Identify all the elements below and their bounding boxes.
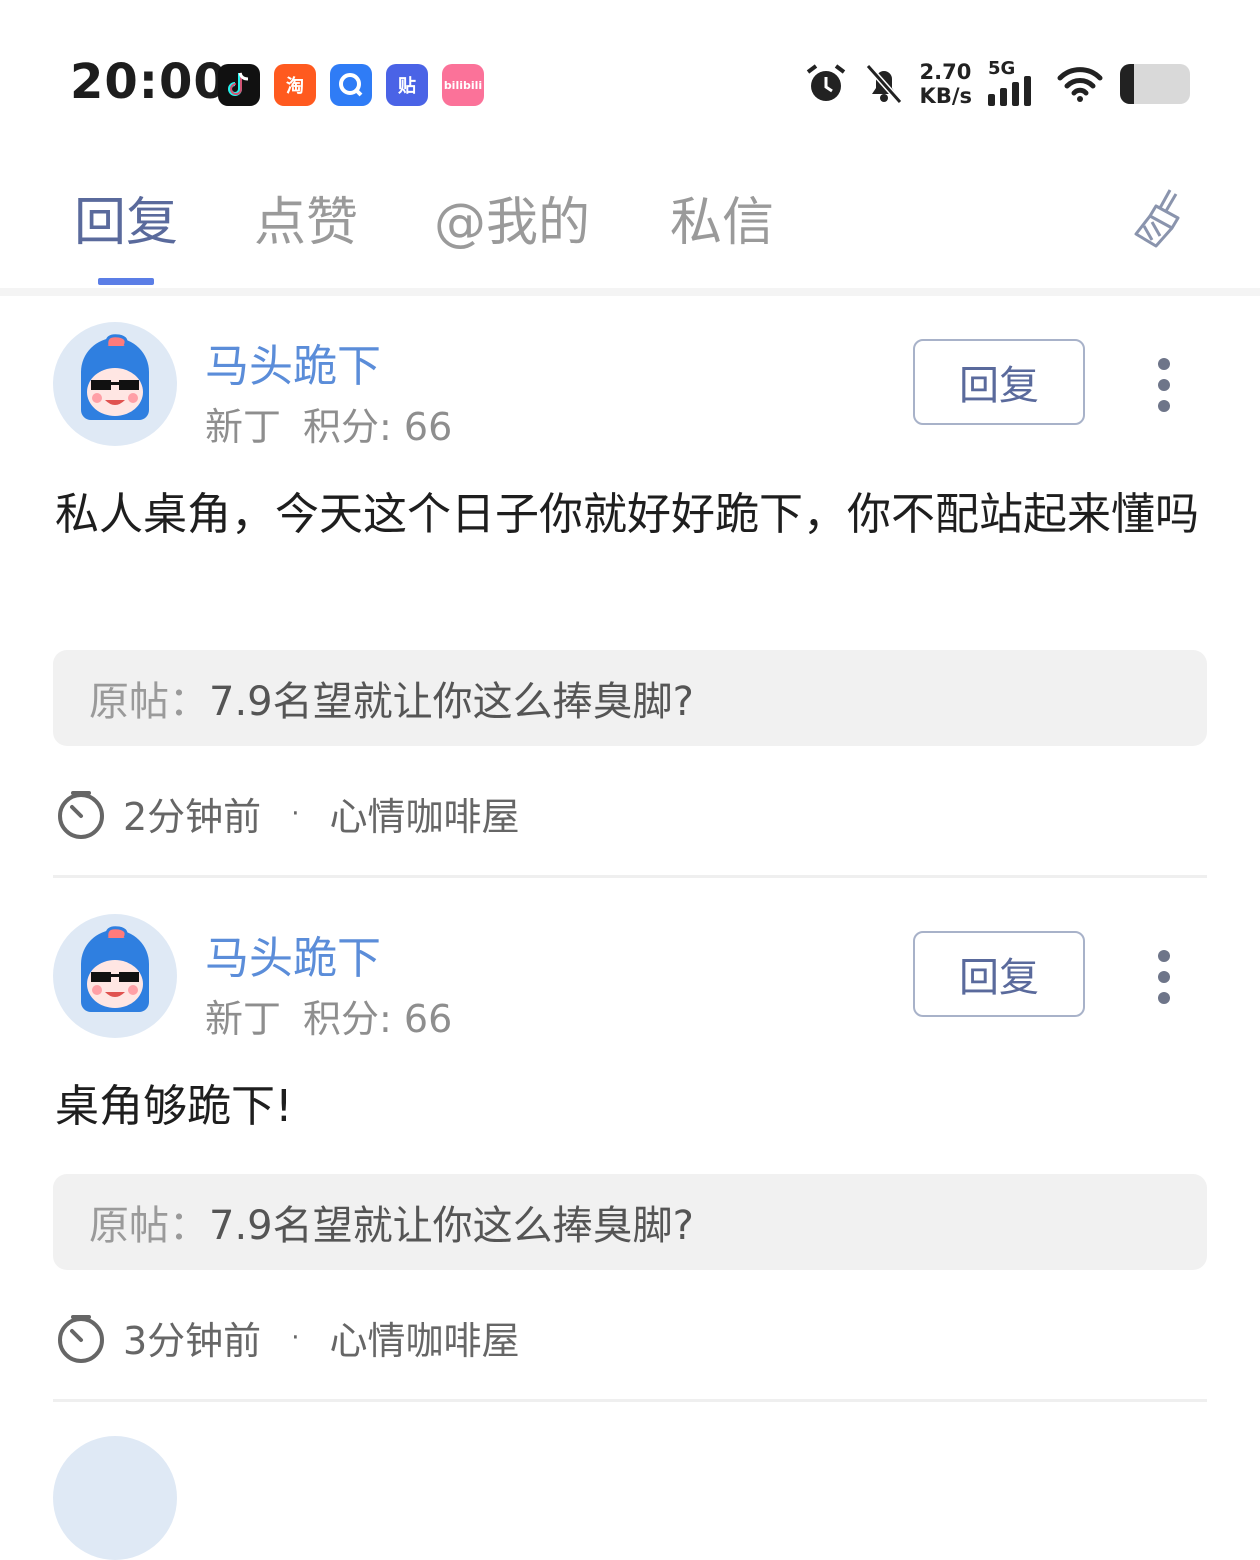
username[interactable]: 马头跪下 [205, 922, 381, 986]
reply-content[interactable]: 桌角够跪下! [55, 1072, 1205, 1142]
tab-likes[interactable]: 点赞 [254, 180, 358, 255]
network-type: 5G [988, 58, 1016, 79]
taobao-icon: 淘 [274, 64, 316, 106]
taobao-label: 淘 [286, 76, 304, 97]
status-bar: 20:00 淘 贴 bilibili 2.70 KB/s 5G [0, 0, 1260, 150]
original-post-prefix: 原帖： [89, 1203, 209, 1249]
status-time: 20:00 [70, 54, 228, 110]
avatar[interactable] [53, 914, 177, 1038]
forum-name[interactable]: 心情咖啡屋 [329, 1310, 519, 1365]
user-points: 积分: 66 [303, 997, 453, 1041]
notification-app-icons: 淘 贴 bilibili [218, 64, 484, 106]
tieba-label: 贴 [398, 76, 416, 97]
avatar-image [81, 334, 149, 420]
tab-private-messages[interactable]: 私信 [670, 180, 774, 255]
user-rank: 新丁 [205, 405, 282, 449]
avatar[interactable] [53, 322, 177, 446]
username[interactable]: 马头跪下 [205, 330, 381, 394]
original-post[interactable]: 原帖： 7.9名望就让你这么捧臭脚? [53, 650, 1207, 746]
bilibili-label: bilibili [443, 78, 483, 92]
clock-icon [58, 790, 104, 839]
wifi-icon [1057, 67, 1103, 102]
original-post-title: 7.9名望就让你这么捧臭脚? [209, 1203, 694, 1249]
alarm-icon [806, 64, 845, 101]
user-points: 积分: 66 [303, 405, 453, 449]
mute-bell-icon [865, 64, 902, 104]
reply-time: 2分钟前 [123, 795, 262, 839]
broom-icon[interactable] [1130, 186, 1190, 252]
reply-meta: 2分钟前 · 心情咖啡屋 [55, 786, 519, 841]
quark-icon [330, 64, 372, 106]
forum-name[interactable]: 心情咖啡屋 [329, 786, 519, 841]
tab-mentions[interactable]: @我的 [434, 180, 590, 255]
avatar[interactable] [53, 1436, 177, 1560]
bilibili-icon: bilibili [442, 64, 484, 106]
original-post-prefix: 原帖： [89, 679, 209, 725]
reply-time: 3分钟前 [123, 1319, 262, 1363]
battery-icon [1120, 64, 1190, 104]
user-level: 新丁 积分: 66 [205, 988, 474, 1043]
more-options-icon[interactable] [1152, 358, 1176, 421]
tab-divider [0, 288, 1260, 296]
original-post[interactable]: 原帖： 7.9名望就让你这么捧臭脚? [53, 1174, 1207, 1270]
net-speed: 2.70 KB/s [920, 60, 972, 108]
reply-meta: 3分钟前 · 心情咖啡屋 [55, 1310, 519, 1365]
tab-reply[interactable]: 回复 [74, 180, 178, 255]
system-indicators: 2.70 KB/s 5G [804, 58, 1190, 108]
net-speed-unit: KB/s [919, 84, 972, 108]
avatar-image [81, 926, 149, 1012]
card-divider [53, 1399, 1207, 1402]
card-divider [53, 875, 1207, 878]
net-speed-value: 2.70 [919, 60, 972, 84]
cellular-signal-icon: 5G [988, 58, 1040, 106]
tieba-icon: 贴 [386, 64, 428, 106]
meta-separator: · [291, 798, 300, 829]
reply-button[interactable]: 回复 [913, 339, 1085, 425]
clock-icon [58, 1314, 104, 1363]
user-rank: 新丁 [205, 997, 282, 1041]
original-post-title: 7.9名望就让你这么捧臭脚? [209, 679, 694, 725]
reply-content[interactable]: 私人桌角，今天这个日子你就好好跪下，你不配站起来懂吗 [55, 480, 1205, 550]
more-options-icon[interactable] [1152, 950, 1176, 1013]
user-level: 新丁 积分: 66 [205, 396, 474, 451]
meta-separator: · [291, 1322, 300, 1353]
message-tabs: 回复 点赞 @我的 私信 [0, 180, 1260, 290]
active-tab-indicator [98, 278, 154, 285]
tiktok-icon [218, 64, 260, 106]
reply-button[interactable]: 回复 [913, 931, 1085, 1017]
